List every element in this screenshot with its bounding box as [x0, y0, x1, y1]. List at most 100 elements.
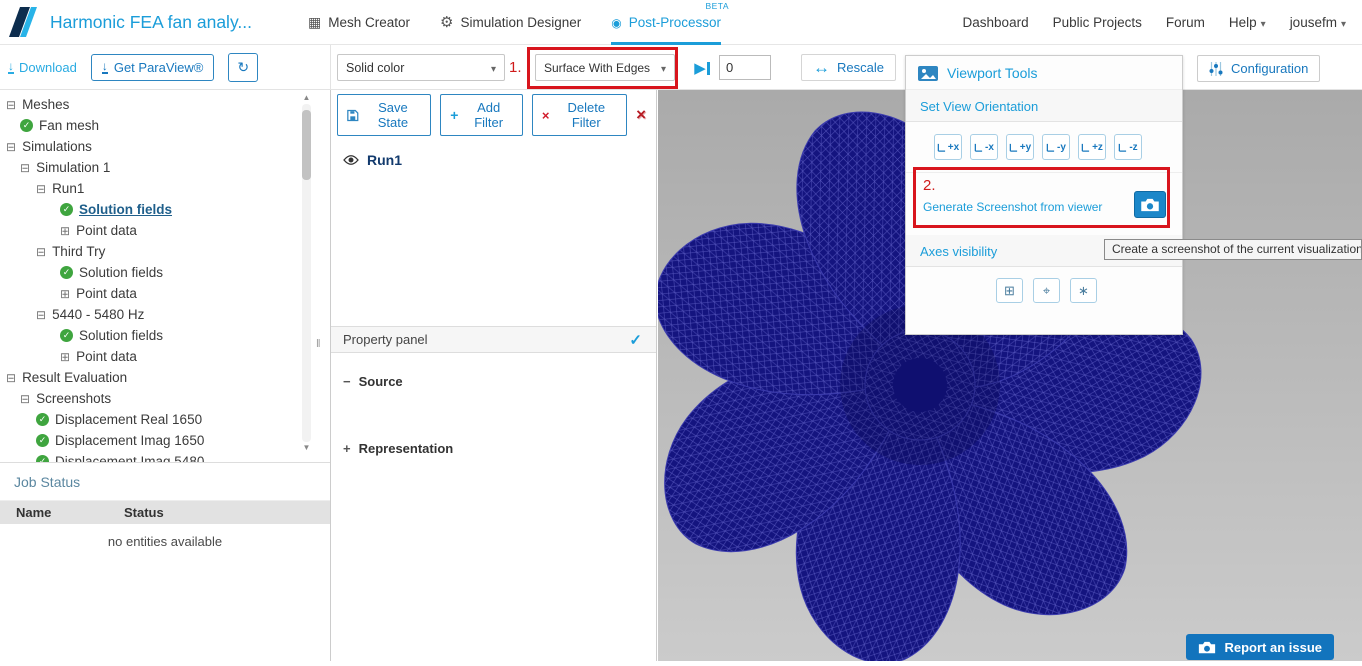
filter-button-row: Save State + Add Filter × Delete Filter …: [331, 90, 656, 142]
camera-icon: [1140, 198, 1160, 212]
play-button[interactable]: ▶: [687, 55, 717, 81]
property-panel-header[interactable]: Property panel: [331, 326, 656, 353]
plus-icon: +: [450, 107, 458, 123]
tree-item-meshes[interactable]: Meshes: [0, 94, 300, 115]
nav-public-projects[interactable]: Public Projects: [1053, 15, 1142, 30]
tree-item-solution-fields[interactable]: Solution fields: [0, 325, 300, 346]
app-logo[interactable]: [6, 6, 40, 38]
tab-label: Post-Processor: [629, 15, 721, 30]
tree-item-displacement-real-1650[interactable]: Displacement Real 1650: [0, 409, 300, 430]
annotation-box-2: [913, 167, 1170, 228]
axes-icon: [974, 143, 983, 152]
project-tree-sidebar: Meshes Fan mesh Simulations Simulation 1…: [0, 90, 330, 661]
axes-grid-toggle-button[interactable]: ⊞: [996, 278, 1023, 303]
generate-screenshot-button[interactable]: [1134, 191, 1166, 218]
screenshot-row: 2. Generate Screenshot from viewer: [906, 173, 1182, 235]
tree-scrollbar[interactable]: ▲ ▼: [300, 92, 313, 454]
tree-item-simulation-1[interactable]: Simulation 1: [0, 157, 300, 178]
collapse-icon[interactable]: [6, 97, 16, 112]
view-minus-z-button[interactable]: -z: [1114, 134, 1142, 160]
gears-icon: [440, 13, 453, 31]
nav-dashboard[interactable]: Dashboard: [963, 15, 1029, 30]
tree-item-point-data[interactable]: Point data: [0, 220, 300, 241]
user-menu[interactable]: jousefm: [1290, 15, 1346, 30]
expand-icon[interactable]: +: [343, 441, 351, 456]
tree-item-point-data[interactable]: Point data: [0, 283, 300, 304]
tree-item-5440-5480-hz[interactable]: 5440 - 5480 Hz: [0, 304, 300, 325]
nav-forum[interactable]: Forum: [1166, 15, 1205, 30]
scroll-down-icon[interactable]: ▼: [300, 442, 313, 454]
chevron-down-icon: [487, 61, 496, 75]
tree-item-screenshots[interactable]: Screenshots: [0, 388, 300, 409]
tree-item-solution-fields[interactable]: Solution fields: [0, 262, 300, 283]
check-icon: [20, 119, 33, 132]
check-icon: [60, 266, 73, 279]
collapse-icon[interactable]: [6, 139, 16, 154]
collapse-icon[interactable]: [36, 181, 46, 196]
expand-icon[interactable]: [60, 286, 70, 301]
tree-item-result-evaluation[interactable]: Result Evaluation: [0, 367, 300, 388]
rescale-button[interactable]: ↔ Rescale: [801, 54, 896, 81]
download-link[interactable]: ↓ Download: [8, 60, 77, 75]
collapse-icon[interactable]: [36, 244, 46, 259]
nav-help-menu[interactable]: Help: [1229, 15, 1266, 30]
axes-origin-toggle-button[interactable]: ∗: [1070, 278, 1097, 303]
close-icon[interactable]: ×: [636, 105, 646, 125]
scrollbar-track[interactable]: [302, 104, 311, 442]
play-icon: ▶: [694, 59, 706, 77]
tree-item-simulations[interactable]: Simulations: [0, 136, 300, 157]
section-source[interactable]: − Source: [343, 374, 403, 389]
tab-mesh-creator[interactable]: Mesh Creator: [308, 0, 410, 45]
refresh-button[interactable]: ↻: [228, 53, 258, 82]
dot-icon: [611, 14, 621, 30]
expand-icon[interactable]: [60, 349, 70, 364]
axes-icon: [1046, 143, 1055, 152]
scroll-up-icon[interactable]: ▲: [300, 92, 313, 104]
check-icon: [60, 203, 73, 216]
tree-item-solution-fields-selected[interactable]: Solution fields: [0, 199, 300, 220]
report-issue-button[interactable]: Report an issue: [1186, 634, 1334, 660]
tree-item-run1[interactable]: Run1: [0, 178, 300, 199]
axes-gizmo-toggle-button[interactable]: ⌖: [1033, 278, 1060, 303]
project-toolbar: ↓ Download ↓ Get ParaView® ↻: [0, 45, 330, 90]
representation-dropdown[interactable]: Surface With Edges: [535, 54, 675, 81]
view-minus-y-button[interactable]: -y: [1042, 134, 1070, 160]
refresh-icon: ↻: [237, 59, 249, 76]
view-plus-y-button[interactable]: +y: [1006, 134, 1034, 160]
expand-icon[interactable]: [60, 223, 70, 238]
job-status-title: Job Status: [0, 463, 330, 501]
view-plus-z-button[interactable]: +z: [1078, 134, 1106, 160]
scrollbar-thumb[interactable]: [302, 110, 311, 180]
collapse-icon[interactable]: −: [343, 374, 351, 389]
generate-screenshot-label[interactable]: Generate Screenshot from viewer: [923, 200, 1102, 214]
collapse-icon[interactable]: [36, 307, 46, 322]
tree-item-point-data[interactable]: Point data: [0, 346, 300, 367]
axes-icon: [937, 143, 946, 152]
viewport-tools-header: Viewport Tools: [906, 56, 1182, 90]
color-mode-dropdown[interactable]: Solid color: [337, 54, 505, 81]
tab-post-processor[interactable]: Post-Processor BETA: [611, 0, 721, 45]
viewport-tools-panel: Viewport Tools Set View Orientation +x -…: [905, 55, 1183, 335]
pipeline-item-run1[interactable]: Run1: [331, 142, 656, 168]
tree-item-fan-mesh[interactable]: Fan mesh: [0, 115, 300, 136]
configuration-button[interactable]: Configuration: [1197, 55, 1320, 82]
save-state-button[interactable]: Save State: [337, 94, 431, 136]
axes-icon: [1118, 143, 1127, 152]
tab-simulation-designer[interactable]: Simulation Designer: [440, 0, 581, 45]
view-minus-x-button[interactable]: -x: [970, 134, 998, 160]
section-representation[interactable]: + Representation: [343, 441, 453, 456]
get-paraview-button[interactable]: ↓ Get ParaView®: [91, 54, 215, 81]
axes-grid-icon: ⊞: [1004, 283, 1015, 299]
collapse-icon[interactable]: [20, 160, 30, 175]
frame-input[interactable]: [719, 55, 771, 80]
tree-item-displacement-imag-1650[interactable]: Displacement Imag 1650: [0, 430, 300, 451]
collapse-icon[interactable]: [20, 391, 30, 406]
step-bar-icon: [707, 62, 710, 75]
delete-filter-button[interactable]: × Delete Filter: [532, 94, 627, 136]
collapse-icon[interactable]: [6, 370, 16, 385]
tree-item-third-try[interactable]: Third Try: [0, 241, 300, 262]
check-icon: [36, 413, 49, 426]
panel-resize-handle[interactable]: ‖: [316, 338, 321, 350]
view-plus-x-button[interactable]: +x: [934, 134, 962, 160]
add-filter-button[interactable]: + Add Filter: [440, 94, 523, 136]
